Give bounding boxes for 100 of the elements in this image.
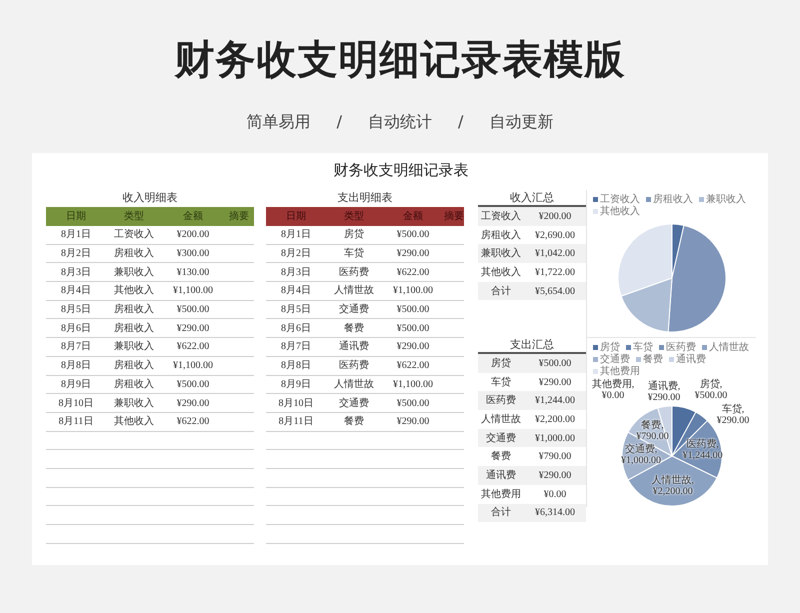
table-cell-text: ¥500.00	[396, 396, 430, 411]
data-label: 餐费,¥790.00	[636, 420, 669, 442]
table-cell-text: ¥1,000.00	[534, 432, 576, 446]
table-cell-text: ¥290.00	[176, 322, 210, 336]
table-cell-text: ¥500.00	[176, 303, 210, 318]
table-cell-text: 8月1日	[280, 228, 312, 242]
table-cell-text: ¥500.00	[396, 322, 430, 336]
table-cell-text: ¥622.00	[176, 415, 210, 430]
table-cell-text: ¥200.00	[176, 228, 210, 242]
legend-swatch	[699, 197, 704, 202]
table-cell-text: 房租收入	[480, 228, 522, 243]
legend-swatch	[593, 357, 598, 362]
column-header: 日期	[284, 210, 307, 224]
column-header: 摘要	[228, 210, 250, 224]
table-cell-text: 8月4日	[280, 284, 312, 298]
table-cell-text: ¥290.00	[538, 468, 572, 483]
table-cell-text: 工资收入	[113, 228, 155, 242]
column-header: 金额	[182, 210, 204, 224]
table-cell-text: ¥290.00	[176, 396, 210, 411]
legend-label: 通讯费	[676, 354, 706, 365]
table-cell-text: 8月6日	[280, 322, 312, 336]
table-cell-text: 其他收入	[113, 284, 155, 298]
table-cell-text: ¥5,654.00	[534, 284, 576, 299]
table-cell-text: 人情世故	[332, 284, 375, 298]
table-cell-text: 车贷	[342, 246, 365, 262]
table-cell-text: ¥622.00	[396, 359, 430, 374]
table-cell-text: 8月10日	[277, 396, 314, 411]
page-title: 财务收支明细记录表模版	[174, 40, 626, 80]
legend-swatch	[593, 345, 598, 350]
tagline-text: 简单易用	[246, 111, 311, 133]
table-cell-text: ¥500.00	[396, 303, 430, 318]
table-cell-text: 交通费	[485, 432, 517, 446]
table-cell-text: ¥500.00	[396, 228, 430, 242]
legend-swatch	[659, 345, 664, 350]
table-cell-text: ¥6,314.00	[534, 506, 576, 520]
table-cell-text: 兼职收入	[480, 246, 522, 262]
table-cell-text: 8月5日	[60, 303, 92, 318]
table-cell-text: ¥1,100.00	[172, 284, 214, 298]
table-cell-text: 8月8日	[60, 359, 92, 374]
table-cell-text: 8月10日	[58, 396, 94, 411]
table-cell-text: 8月2日	[60, 247, 92, 262]
table-title: 收入明细表	[121, 191, 178, 206]
table-cell-text: ¥500.00	[176, 378, 210, 392]
table-cell-text: ¥200.00	[538, 210, 572, 224]
data-label: 房贷,¥500.00	[694, 379, 728, 401]
legend-label: 房贷	[600, 342, 620, 353]
table-cell-text: 8月1日	[60, 228, 92, 242]
table-cell-text: ¥1,100.00	[392, 378, 434, 392]
legend-label: 医药费	[666, 342, 696, 353]
legend-label: 车贷	[633, 342, 653, 353]
table-cell-text: 8月8日	[280, 359, 312, 374]
table-cell-text: 人情世故	[332, 378, 375, 392]
table-cell-text: ¥622.00	[176, 340, 210, 354]
table-cell-text: 医药费	[338, 266, 370, 280]
table-cell-text: 工资收入	[480, 210, 522, 224]
table-cell-text: ¥1,100.00	[172, 359, 214, 374]
legend-swatch	[593, 209, 598, 214]
table-cell-text: 8月9日	[60, 378, 92, 392]
table-cell-text: 8月7日	[280, 340, 312, 354]
table-cell-text: ¥2,690.00	[534, 228, 576, 243]
legend-label: 房租收入	[653, 194, 693, 205]
table-cell-text: 餐费	[342, 414, 365, 430]
table-cell-text: ¥1,042.00	[534, 247, 576, 262]
table-cell-text: 其他收入	[113, 414, 155, 430]
legend-swatch	[593, 197, 598, 202]
legend-swatch	[646, 197, 651, 202]
table-cell-text: 8月9日	[280, 378, 312, 392]
legend-label: 其他费用	[600, 366, 640, 377]
tagline-text: /	[336, 111, 342, 133]
table-cell-text: ¥290.00	[396, 247, 430, 262]
table-cell-text: 房租收入	[113, 378, 155, 392]
table-cell-text: 交通费	[338, 396, 370, 411]
table-cell-text: ¥622.00	[396, 266, 430, 280]
table-cell-text: ¥2,200.00	[534, 412, 576, 427]
table-cell-text: 8月5日	[280, 303, 312, 318]
data-label: 人情世故,¥2,200.00	[651, 474, 694, 497]
column-header: 日期	[65, 210, 87, 224]
legend-label: 交通费	[600, 354, 630, 365]
column-header: 类型	[342, 210, 365, 224]
table-cell-text: 通讯费	[338, 340, 370, 354]
column-header: 金额	[402, 210, 424, 224]
table-cell-text: ¥300.00	[176, 247, 210, 262]
table-cell-text: 其他费用	[480, 488, 522, 502]
table-cell-text: 8月11日	[278, 415, 314, 430]
legend-swatch	[626, 345, 631, 350]
table-cell-text: ¥1,100.00	[392, 284, 434, 298]
legend-swatch	[636, 357, 641, 362]
table-cell-text: 8月11日	[58, 415, 94, 430]
table-cell-text: 餐费	[342, 322, 365, 336]
table-cell-text: 房租收入	[113, 358, 155, 374]
table-cell-text: 8月2日	[280, 247, 312, 262]
table-cell-text: 房贷	[490, 356, 512, 371]
table-cell-text: 医药费	[485, 394, 517, 408]
table-cell-text: 人情世故	[480, 412, 522, 427]
table-cell-text: 通讯费	[485, 468, 517, 483]
table-cell-text: 交通费	[338, 302, 370, 318]
table-cell-text: 兼职收入	[113, 340, 155, 354]
legend-label: 餐费	[643, 354, 663, 365]
legend-swatch	[593, 369, 598, 374]
table-cell-text: ¥290.00	[538, 376, 572, 390]
